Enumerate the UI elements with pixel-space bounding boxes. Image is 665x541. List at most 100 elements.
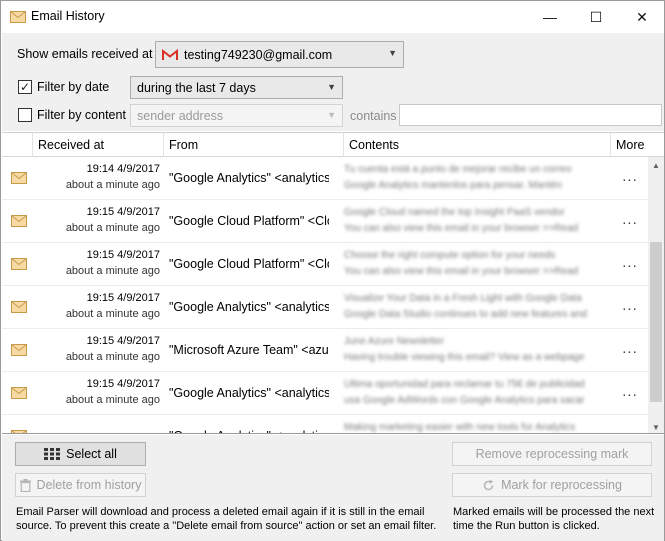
scroll-up-icon[interactable]: ▲ — [648, 157, 664, 173]
scroll-thumb[interactable] — [650, 242, 662, 402]
column-received-at[interactable]: Received at — [33, 133, 164, 157]
envelope-icon — [11, 344, 27, 356]
envelope-icon — [11, 172, 27, 184]
vertical-scrollbar[interactable]: ▲ ▼ — [648, 157, 664, 433]
maximize-button[interactable]: ☐ — [573, 1, 619, 33]
contents-line-2: Google Data Studio continues to add new … — [344, 309, 587, 320]
more-options-button[interactable]: ... — [616, 340, 644, 357]
contents-line-2: You can also view this email in your bro… — [344, 266, 579, 277]
close-button[interactable]: ✕ — [619, 1, 665, 33]
column-from[interactable]: From — [164, 133, 344, 157]
received-time: 19:15 4/9/2017 — [86, 206, 160, 218]
envelope-icon — [11, 430, 27, 433]
received-ago: about a minute ago — [65, 394, 160, 406]
envelope-icon — [11, 258, 27, 270]
content-field-dropdown[interactable]: sender address ▼ — [130, 104, 343, 127]
received-time: 19:15 4/9/2017 — [86, 292, 160, 304]
gmail-icon — [162, 48, 178, 60]
sender: "Microsoft Azure Team" <azur — [169, 343, 329, 357]
email-row[interactable]: "Google Analytics" <analytics- Making mar… — [2, 415, 648, 433]
received-ago: about a minute ago — [65, 179, 160, 191]
more-options-button[interactable]: ... — [616, 168, 644, 185]
chevron-down-icon: ▼ — [327, 110, 336, 120]
contents-line-2: You can also view this email in your bro… — [344, 223, 579, 234]
received-ago: about a minute ago — [65, 308, 160, 320]
filter-by-content-checkbox[interactable] — [18, 108, 32, 122]
sender: "Google Cloud Platform" <Clo — [169, 214, 329, 228]
contents-line-1: Última oportunidad para reclamar tu 75€ … — [344, 379, 585, 390]
filter-by-date-checkbox[interactable]: ✓ — [18, 80, 32, 94]
received-ago: about a minute ago — [65, 222, 160, 234]
deletion-note: Email Parser will download and process a… — [16, 506, 437, 532]
contents-line-1: Tu cuenta está a punto de mejorar recibe… — [344, 164, 572, 175]
contents-line-1: June Azure Newsletter — [344, 336, 445, 347]
account-dropdown[interactable]: testing749230@gmail.com ▼ — [155, 41, 404, 68]
content-field-placeholder: sender address — [137, 108, 224, 123]
account-value: testing749230@gmail.com — [184, 47, 333, 62]
minimize-button[interactable]: — — [527, 1, 573, 33]
mark-for-reprocessing-label: Mark for reprocessing — [501, 478, 622, 492]
contains-input[interactable] — [399, 104, 662, 126]
trash-icon — [19, 478, 31, 492]
filter-by-date-label: Filter by date — [37, 80, 110, 94]
email-row[interactable]: 19:15 4/9/2017 about a minute ago "Google … — [2, 286, 648, 329]
header-icon-column — [2, 133, 33, 157]
actions-panel: Select all Delete from history Remove re… — [2, 435, 664, 541]
grid-icon — [44, 448, 61, 460]
received-ago: about a minute ago — [65, 351, 160, 363]
filter-by-content-label: Filter by content — [37, 108, 126, 122]
show-emails-label: Show emails received at — [17, 47, 153, 61]
received-ago: about a minute ago — [65, 265, 160, 277]
refresh-icon — [482, 479, 495, 492]
select-all-label: Select all — [66, 447, 117, 461]
envelope-icon — [10, 11, 26, 23]
contents-line-1: Choose the right compute option for your… — [344, 250, 556, 261]
contents-line-2: usa Google AdWords con Google Analytics … — [344, 395, 585, 406]
email-row[interactable]: 19:15 4/9/2017 about a minute ago "Google … — [2, 243, 648, 286]
received-time: 19:15 4/9/2017 — [86, 335, 160, 347]
sender: "Google Analytics" <analytics- — [169, 300, 329, 314]
select-all-button[interactable]: Select all — [15, 442, 146, 466]
more-options-button[interactable]: ... — [616, 297, 644, 314]
scroll-down-icon[interactable]: ▼ — [648, 419, 664, 433]
received-time: 19:15 4/9/2017 — [86, 378, 160, 390]
email-row[interactable]: 19:15 4/9/2017 about a minute ago "Microso… — [2, 329, 648, 372]
received-time: 19:14 4/9/2017 — [86, 163, 160, 175]
window-title: Email History — [31, 9, 105, 23]
mark-for-reprocessing-button[interactable]: Mark for reprocessing — [452, 473, 652, 497]
email-grid: Received at From Contents More 19:14 4/9… — [2, 132, 664, 434]
envelope-icon — [11, 301, 27, 313]
close-icon: ✕ — [636, 8, 648, 25]
envelope-icon — [11, 215, 27, 227]
delete-from-history-label: Delete from history — [36, 478, 142, 492]
envelope-icon — [11, 387, 27, 399]
more-options-button[interactable]: ... — [616, 383, 644, 400]
sender: "Google Analytics" <analytics- — [169, 429, 329, 433]
date-range-dropdown[interactable]: during the last 7 days ▼ — [130, 76, 343, 99]
column-contents[interactable]: Contents — [344, 133, 611, 157]
email-row[interactable]: 19:14 4/9/2017 about a minute ago "Google … — [2, 157, 648, 200]
contents-line-2: Having trouble viewing this email? View … — [344, 352, 585, 363]
email-row[interactable]: 19:15 4/9/2017 about a minute ago "Google … — [2, 200, 648, 243]
checkmark-icon: ✓ — [19, 80, 31, 94]
contents-line-1: Making marketing easier with new tools f… — [344, 422, 576, 433]
filter-panel: Show emails received at testing749230@gm… — [2, 33, 664, 131]
delete-from-history-button[interactable]: Delete from history — [15, 473, 146, 497]
more-options-button[interactable]: ... — [616, 211, 644, 228]
sender: "Google Analytics" <analytics- — [169, 386, 329, 400]
contents-line-1: Visualize Your Data in a Fresh Light wit… — [344, 293, 582, 304]
grid-header: Received at From Contents More — [2, 133, 664, 157]
chevron-down-icon: ▼ — [327, 82, 336, 92]
email-history-window: Email History — ☐ ✕ Show emails received… — [0, 0, 665, 541]
received-time: 19:15 4/9/2017 — [86, 249, 160, 261]
title-bar: Email History — ☐ ✕ — [1, 1, 664, 33]
contents-line-1: Google Cloud named the top Insight PaaS … — [344, 207, 565, 218]
date-range-value: during the last 7 days — [137, 80, 256, 95]
minimize-icon: — — [543, 9, 557, 25]
email-row[interactable]: 19:15 4/9/2017 about a minute ago "Google … — [2, 372, 648, 415]
sender: "Google Analytics" <analytics- — [169, 171, 329, 185]
column-more[interactable]: More — [611, 133, 648, 157]
remove-reprocessing-mark-button[interactable]: Remove reprocessing mark — [452, 442, 652, 466]
more-options-button[interactable]: ... — [616, 254, 644, 271]
reprocessing-note: Marked emails will be processed the next… — [453, 506, 655, 532]
